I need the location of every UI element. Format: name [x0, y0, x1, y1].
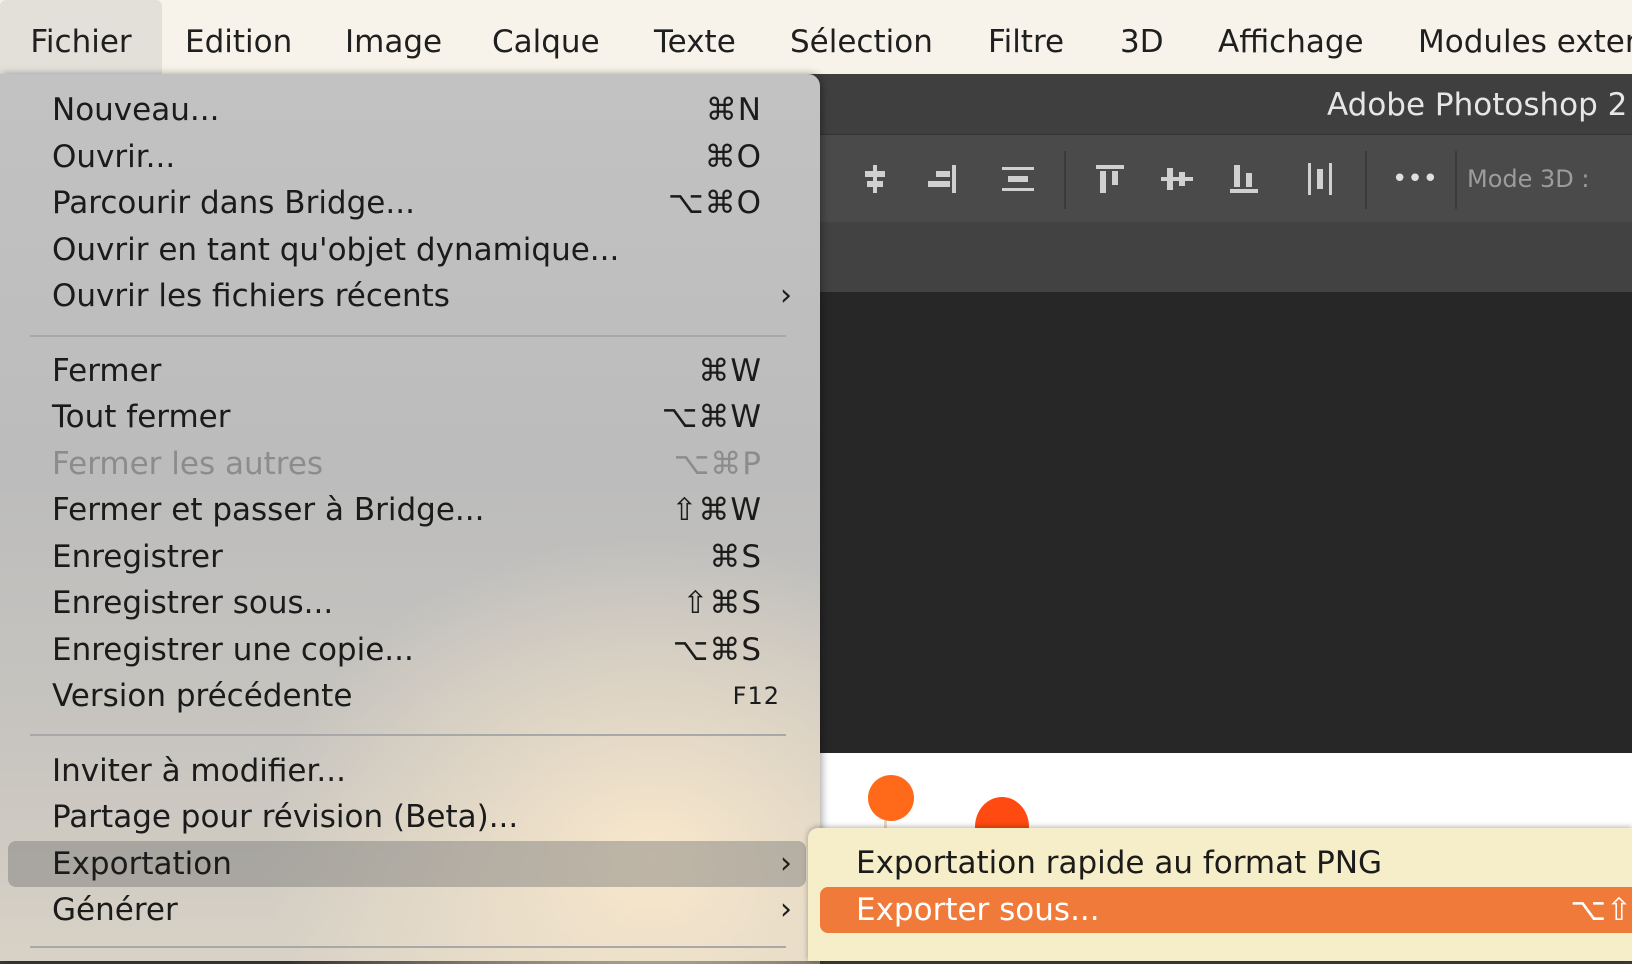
menu-divider: [30, 734, 786, 736]
menu-texte[interactable]: Texte: [654, 0, 736, 74]
chevron-right-icon: ›: [780, 892, 792, 927]
align-right-edges-icon[interactable]: [920, 159, 960, 199]
menu-item-tout-fermer[interactable]: Tout fermer ⌥⌘W: [8, 394, 806, 440]
menu-item-generer[interactable]: Générer ›: [8, 887, 806, 933]
menu-edition[interactable]: Edition: [185, 0, 292, 74]
menu-item-label: Générer: [52, 892, 178, 928]
file-menu: Nouveau... ⌘N Ouvrir... ⌘O Parcourir dan…: [0, 74, 820, 964]
menu-item-label: Ouvrir les fichiers récents: [52, 278, 450, 314]
menu-item-shortcut: ⌥⌘P: [673, 446, 762, 482]
menu-item-shortcut: ⌥⌘W: [661, 399, 762, 435]
menu-item-shortcut: F12: [732, 682, 780, 710]
menu-item-label: Partage pour révision (Beta)...: [52, 799, 519, 835]
menu-item-label: Fermer et passer à Bridge...: [52, 492, 485, 528]
menu-item-label: Ouvrir en tant qu'objet dynamique...: [52, 232, 620, 268]
menu-item-shortcut: ⇧⌘S: [682, 585, 762, 621]
menu-divider: [30, 946, 786, 948]
menu-item-parcourir-bridge[interactable]: Parcourir dans Bridge... ⌥⌘O: [8, 180, 806, 226]
menu-item-label: Tout fermer: [52, 399, 231, 435]
menu-filtre[interactable]: Filtre: [988, 0, 1064, 74]
submenu-item-export-png[interactable]: Exportation rapide au format PNG: [820, 840, 1632, 886]
menu-item-fermer-autres: Fermer les autres ⌥⌘P: [8, 441, 806, 487]
menu-bar: Fichier Edition Image Calque Texte Sélec…: [0, 0, 1632, 75]
menu-item-shortcut: ⌘S: [709, 539, 762, 575]
menu-item-shortcut: ⌘N: [705, 92, 762, 128]
align-bottom-edges-icon[interactable]: [1224, 159, 1264, 199]
menu-item-ouvrir-objet-dynamique[interactable]: Ouvrir en tant qu'objet dynamique...: [8, 227, 806, 273]
menu-item-fermer[interactable]: Fermer ⌘W: [8, 348, 806, 394]
distribute-vertical-icon[interactable]: [998, 159, 1038, 199]
menu-item-shortcut: ⇧⌘W: [671, 492, 762, 528]
menu-item-label: Nouveau...: [52, 92, 220, 128]
menu-item-enregistrer-sous[interactable]: Enregistrer sous... ⇧⌘S: [8, 580, 806, 626]
menu-item-inviter-modifier[interactable]: Inviter à modifier...: [8, 748, 806, 794]
menu-item-label: Enregistrer une copie...: [52, 632, 414, 668]
menu-item-shortcut: ⌥⌘O: [667, 185, 762, 221]
menu-item-label: Enregistrer sous...: [52, 585, 334, 621]
menu-selection[interactable]: Sélection: [790, 0, 933, 74]
menu-item-label: Enregistrer: [52, 539, 223, 575]
chevron-right-icon: ›: [780, 846, 792, 881]
menu-item-enregistrer-copie[interactable]: Enregistrer une copie... ⌥⌘S: [8, 627, 806, 673]
menu-3d[interactable]: 3D: [1120, 0, 1164, 74]
submenu-item-exporter-sous[interactable]: Exporter sous... ⌥⇧: [820, 887, 1632, 933]
toolbar-separator: [1365, 151, 1367, 209]
align-vertical-centers-icon[interactable]: [855, 159, 895, 199]
menu-item-version-precedente[interactable]: Version précédente F12: [8, 673, 806, 719]
menu-item-label: Ouvrir...: [52, 139, 176, 175]
submenu-item-label: Exportation rapide au format PNG: [856, 845, 1383, 881]
menu-item-enregistrer[interactable]: Enregistrer ⌘S: [8, 534, 806, 580]
menu-item-partage-revision[interactable]: Partage pour révision (Beta)...: [8, 794, 806, 840]
menu-affichage[interactable]: Affichage: [1218, 0, 1364, 74]
toolbar-separator: [1455, 151, 1457, 209]
menu-image[interactable]: Image: [345, 0, 442, 74]
menu-item-shortcut: ⌥⌘S: [672, 632, 762, 668]
distribute-horizontal-icon[interactable]: [1300, 159, 1340, 199]
align-vertical-middles-icon[interactable]: [1157, 159, 1197, 199]
menu-item-ouvrir[interactable]: Ouvrir... ⌘O: [8, 134, 806, 180]
chevron-right-icon: ›: [780, 278, 792, 313]
menu-item-shortcut: ⌘O: [704, 139, 762, 175]
submenu-item-label: Exporter sous...: [856, 892, 1100, 928]
toolbar-separator: [1064, 151, 1066, 209]
menu-item-fichiers-recents[interactable]: Ouvrir les fichiers récents ›: [8, 273, 806, 319]
poppy-flower: [868, 775, 914, 821]
export-submenu: Exportation rapide au format PNG Exporte…: [808, 828, 1632, 961]
window-title: Adobe Photoshop 2: [1327, 87, 1628, 123]
menu-item-label: Version précédente: [52, 678, 353, 714]
menu-item-exportation[interactable]: Exportation ›: [8, 841, 806, 887]
menu-item-fermer-passer-bridge[interactable]: Fermer et passer à Bridge... ⇧⌘W: [8, 487, 806, 533]
menu-item-label: Fermer les autres: [52, 446, 324, 482]
submenu-item-shortcut: ⌥⇧: [1570, 892, 1632, 928]
more-options-icon[interactable]: •••: [1390, 159, 1440, 199]
menu-item-label: Inviter à modifier...: [52, 753, 346, 789]
menu-item-shortcut: ⌘W: [698, 353, 762, 389]
mode-3d-label: Mode 3D :: [1467, 165, 1590, 193]
align-top-edges-icon[interactable]: [1090, 159, 1130, 199]
menu-item-nouveau[interactable]: Nouveau... ⌘N: [8, 87, 806, 133]
menu-modules-externes[interactable]: Modules exter: [1418, 0, 1632, 74]
menu-item-label: Exportation: [52, 846, 232, 882]
menu-divider: [30, 335, 786, 337]
menu-calque[interactable]: Calque: [492, 0, 600, 74]
menu-item-label: Parcourir dans Bridge...: [52, 185, 415, 221]
menu-fichier[interactable]: Fichier: [0, 0, 162, 74]
menu-item-label: Fermer: [52, 353, 162, 389]
